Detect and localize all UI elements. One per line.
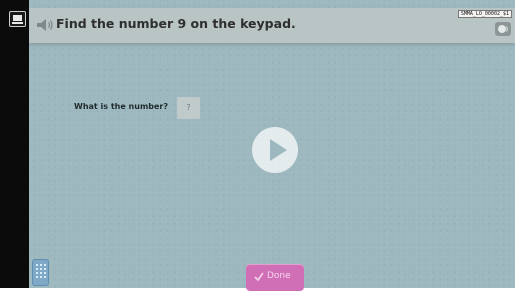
header-bar: Find the number 9 on the keypad. SMMA_LO… [29,8,515,43]
audio-icon[interactable] [495,22,511,36]
check-icon [254,272,264,282]
done-button[interactable]: Done [246,264,304,291]
activity-code: SMMA_LO_00002_$1 [457,10,512,18]
play-icon [270,139,287,161]
done-label: Done [267,271,291,281]
play-button[interactable] [252,127,298,173]
menu-icon[interactable] [9,11,26,27]
page-title: Find the number 9 on the keypad. [56,16,296,31]
answer-input[interactable]: ? [177,97,200,119]
activity-stage: Find the number 9 on the keypad. SMMA_LO… [29,0,515,291]
speaker-icon[interactable] [36,18,54,32]
left-sidebar [0,0,29,288]
keypad-icon[interactable] [32,259,49,286]
question-label: What is the number? [74,102,169,111]
